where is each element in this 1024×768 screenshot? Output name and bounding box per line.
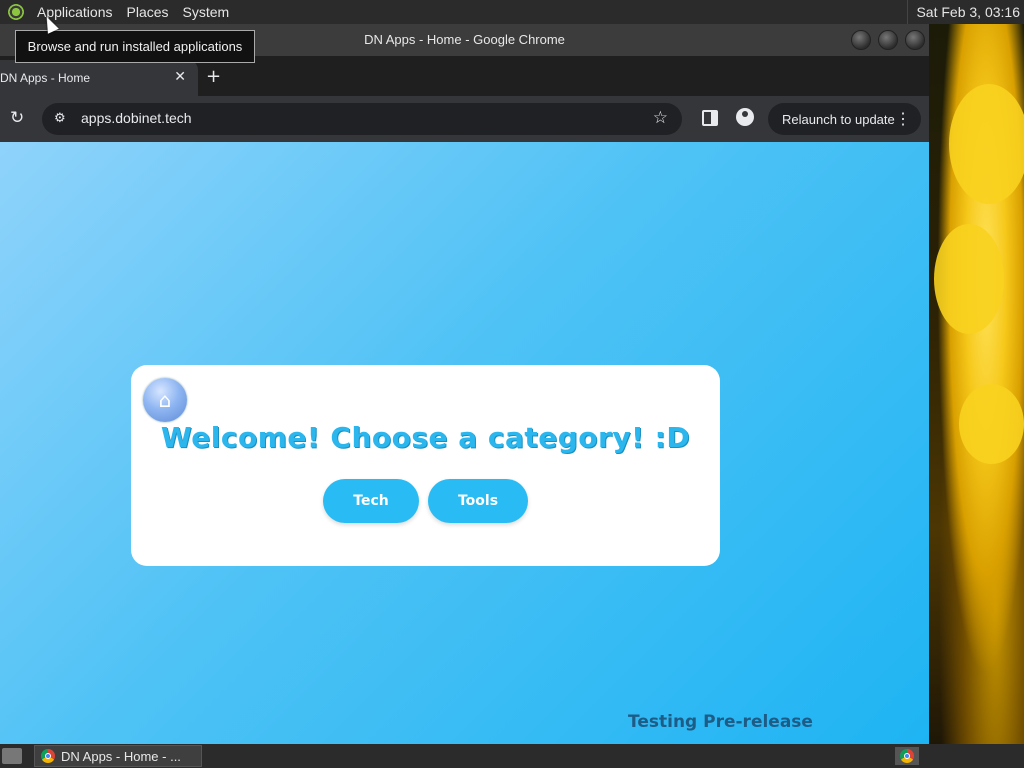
window-controls (851, 30, 925, 50)
side-panel-icon[interactable] (702, 110, 718, 126)
tab-close-icon[interactable]: ✕ (174, 69, 186, 85)
home-icon[interactable]: ⌂ (143, 378, 187, 422)
tools-button[interactable]: Tools (428, 479, 528, 523)
tab-title: DN Apps - Home (0, 71, 91, 85)
minimize-button[interactable] (851, 30, 871, 50)
category-card: ⌂ Welcome! Choose a category! :D Tech To… (131, 365, 720, 566)
address-bar[interactable]: ⚙ apps.dobinet.tech ☆ (42, 103, 682, 135)
panel-menu: Applications Places System (0, 0, 236, 24)
chrome-window: DN Apps - Home - Google Chrome DN Apps -… (0, 24, 929, 744)
new-tab-icon[interactable]: + (206, 66, 221, 87)
page-content: ⌂ Welcome! Choose a category! :D Tech To… (0, 142, 929, 744)
browser-toolbar: ↻ ⚙ apps.dobinet.tech ☆ Relaunch to upda… (0, 96, 929, 142)
taskbar-task-label: DN Apps - Home - ... (61, 748, 181, 764)
wallpaper-petal (949, 84, 1024, 204)
relaunch-button[interactable]: Relaunch to update ⋮ (768, 103, 921, 135)
applications-tooltip: Browse and run installed applications (15, 30, 255, 63)
page-title: Welcome! Choose a category! :D (160, 421, 691, 454)
wallpaper-petal (959, 384, 1024, 464)
url-text[interactable]: apps.dobinet.tech (81, 110, 192, 126)
kebab-menu-icon[interactable]: ⋮ (895, 109, 911, 129)
menu-system[interactable]: System (176, 4, 237, 20)
chrome-icon (41, 749, 55, 763)
site-settings-icon[interactable]: ⚙ (54, 111, 66, 126)
tab-dn-apps-home[interactable]: DN Apps - Home ✕ (0, 60, 198, 96)
prerelease-note: Testing Pre-release (628, 712, 813, 732)
chrome-icon (900, 749, 914, 763)
menu-places[interactable]: Places (120, 4, 176, 20)
show-desktop-icon[interactable] (2, 748, 22, 764)
wallpaper-petal (934, 224, 1004, 334)
tech-button[interactable]: Tech (323, 479, 419, 523)
profile-icon[interactable] (736, 108, 754, 126)
taskbar-chrome-window[interactable]: DN Apps - Home - ... (34, 745, 202, 767)
reload-icon[interactable]: ↻ (10, 108, 24, 128)
panel-clock[interactable]: Sat Feb 3, 03:16 (907, 0, 1020, 24)
relaunch-label: Relaunch to update (782, 111, 895, 127)
desktop-wallpaper (929, 24, 1024, 744)
applications-logo-icon[interactable] (8, 4, 24, 20)
bookmark-star-icon[interactable]: ☆ (653, 108, 668, 128)
top-panel: Applications Places System Sat Feb 3, 03… (0, 0, 1024, 24)
maximize-button[interactable] (878, 30, 898, 50)
bottom-taskbar: DN Apps - Home - ... (0, 744, 1024, 768)
tray-chrome-icon[interactable] (895, 747, 919, 765)
close-window-button[interactable] (905, 30, 925, 50)
